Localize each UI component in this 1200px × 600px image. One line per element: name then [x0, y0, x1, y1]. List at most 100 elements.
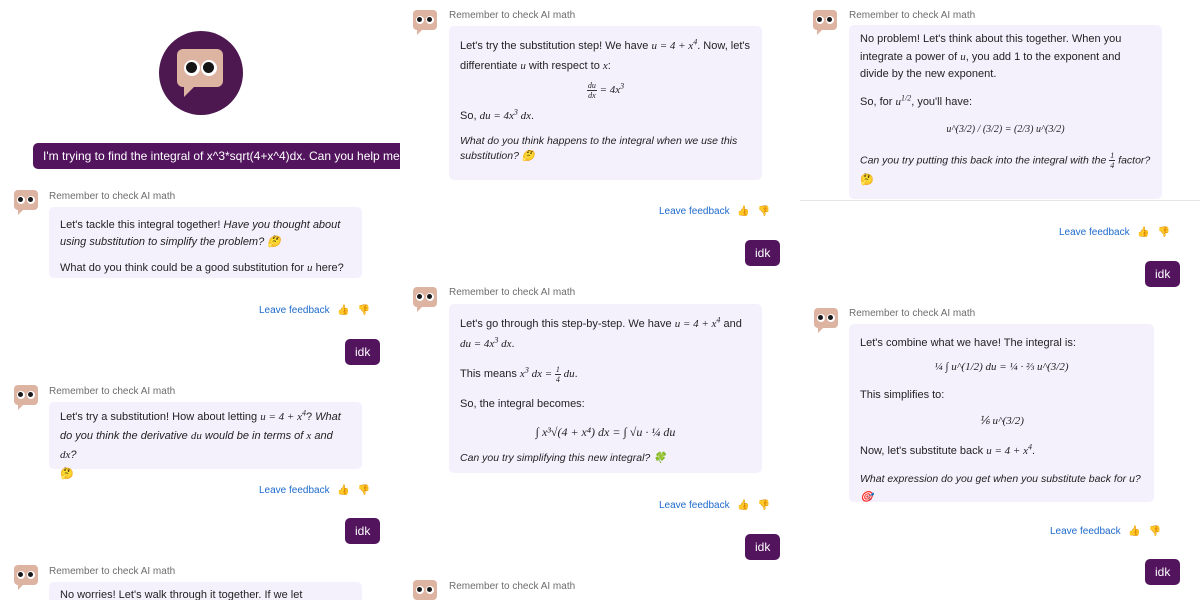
math-variable: dx: [60, 449, 71, 461]
power-rule-equation: u^(3/2) / (3/2) = (2/3) u^(3/2): [946, 124, 1065, 135]
leave-feedback-link[interactable]: Leave feedback: [259, 305, 330, 316]
user-message-idk: idk: [345, 339, 381, 365]
bot-avatar-icon: [413, 580, 437, 600]
message-question: Can you try simplifying this new integra…: [460, 452, 667, 464]
ai-math-disclaimer: Remember to check AI math: [449, 287, 576, 298]
feedback-row: Leave feedback 👍 👎: [659, 206, 770, 217]
simplified-equation: ⅙ u^(3/2): [979, 415, 1024, 427]
bot-avatar-icon: [14, 565, 38, 590]
thumbs-down-icon[interactable]: 👎: [1158, 227, 1170, 238]
math-exponent: 3: [620, 81, 625, 91]
math-expression: u = 4 + x: [260, 411, 302, 423]
assistant-message: Let's try the substitution step! We have…: [449, 26, 762, 180]
derivative-equation: du dx = 4x3: [460, 80, 751, 100]
leave-feedback-link[interactable]: Leave feedback: [659, 500, 730, 511]
ai-math-disclaimer: Remember to check AI math: [49, 191, 176, 202]
message-text: .: [574, 368, 578, 380]
panel-divider: [800, 200, 1200, 201]
assistant-message: Let's try a substitution! How about lett…: [49, 402, 362, 480]
bot-avatar-icon: [413, 287, 437, 312]
math-expression: = 4x: [596, 84, 621, 96]
message-text: Let's tackle this integral together!: [60, 219, 224, 231]
math-expression: u = 4 + x: [651, 40, 694, 52]
feedback-row: Leave feedback 👍 👎: [259, 305, 370, 316]
message-text-italic: would be in terms of: [201, 430, 307, 442]
feedback-row: Leave feedback 👍 👎: [1050, 526, 1161, 537]
leave-feedback-link[interactable]: Leave feedback: [659, 206, 730, 217]
user-message-idk: idk: [745, 240, 781, 266]
message-text: This simplifies to:: [860, 389, 945, 401]
thumbs-down-icon[interactable]: 👎: [758, 500, 770, 511]
message-text: here?: [312, 262, 344, 274]
leave-feedback-link[interactable]: Leave feedback: [1059, 227, 1130, 238]
thinking-emoji: 🤔: [60, 468, 74, 480]
message-text: .: [511, 338, 515, 350]
assistant-message: Let's tackle this integral together! Hav…: [49, 207, 362, 278]
bot-avatar-icon: [14, 385, 38, 410]
eye-icon: [201, 60, 217, 76]
thumbs-up-icon[interactable]: 👍: [1137, 227, 1149, 238]
math-exponent: 1/2: [900, 92, 912, 102]
math-expression: dx: [517, 110, 532, 122]
fraction: du dx: [586, 80, 597, 100]
thumbs-up-icon[interactable]: 👍: [737, 500, 749, 511]
message-text: This means: [460, 368, 520, 380]
thumbs-up-icon[interactable]: 👍: [337, 485, 349, 496]
combined-integral-equation: ¼ ∫ u^(1/2) du = ¼ · ⅔ u^(3/2): [934, 361, 1069, 373]
user-message-idk: idk: [745, 534, 781, 560]
user-message-idk: idk: [1145, 559, 1181, 585]
math-expression: du = 4x: [479, 110, 514, 122]
leave-feedback-link[interactable]: Leave feedback: [259, 485, 330, 496]
assistant-message: Let's go through this step-by-step. We h…: [449, 304, 762, 473]
leave-feedback-link[interactable]: Leave feedback: [1050, 526, 1121, 537]
fraction-numerator: du: [586, 80, 597, 91]
bot-avatar-icon: [813, 10, 837, 35]
math-expression: dx: [498, 338, 512, 350]
message-question: factor?: [1115, 153, 1151, 166]
math-expression: du = 4x: [460, 338, 495, 350]
ai-math-disclaimer: Remember to check AI math: [49, 566, 176, 577]
message-text-italic: ?: [70, 449, 77, 461]
message-text: .: [1031, 445, 1036, 457]
thumbs-down-icon[interactable]: 👎: [1149, 526, 1161, 537]
ai-math-disclaimer: Remember to check AI math: [49, 386, 176, 397]
conversation-panel-2: Remember to check AI math Let's try the …: [400, 0, 800, 600]
ai-math-disclaimer: Remember to check AI math: [849, 10, 976, 21]
thumbs-up-icon[interactable]: 👍: [337, 305, 349, 316]
thumbs-up-icon[interactable]: 👍: [1128, 526, 1140, 537]
message-text: , you'll have:: [911, 95, 973, 108]
math-expression: du: [560, 368, 575, 380]
bot-face-icon: [177, 49, 223, 97]
feedback-row: Leave feedback 👍 👎: [1059, 227, 1170, 238]
user-message-idk: idk: [345, 518, 381, 544]
message-text: with respect to: [525, 60, 603, 72]
message-text: Let's go through this step-by-step. We h…: [460, 318, 675, 330]
thumbs-down-icon[interactable]: 👎: [358, 305, 370, 316]
ai-math-disclaimer: Remember to check AI math: [449, 581, 576, 592]
message-text: Let's try a substitution! How about lett…: [60, 411, 261, 423]
message-question: What expression do you get when you subs…: [860, 473, 1141, 503]
message-text: and: [720, 318, 742, 330]
math-expression: u = 4 + x: [986, 445, 1028, 457]
conversation-panel-3: Remember to check AI math No problem! Le…: [800, 0, 1200, 600]
thumbs-up-icon[interactable]: 👍: [737, 206, 749, 217]
message-text: So, for: [860, 95, 896, 108]
message-text: So,: [460, 110, 480, 122]
message-question: Can you try putting this back into the i…: [860, 153, 1110, 166]
message-text-italic: and: [311, 430, 333, 442]
eye-icon: [184, 60, 200, 76]
message-text: ?: [305, 411, 316, 423]
math-variable: du: [190, 430, 202, 442]
user-message-question: I'm trying to find the integral of x^3*s…: [33, 143, 400, 169]
assistant-hero-avatar: [159, 31, 243, 115]
bot-avatar-icon: [413, 10, 437, 35]
conversation-panel-1: I'm trying to find the integral of x^3*s…: [0, 0, 400, 600]
message-text: Now, let's substitute back: [860, 445, 987, 457]
message-text: Let's try the substitution step! We have: [460, 40, 652, 52]
ai-math-disclaimer: Remember to check AI math: [849, 308, 976, 319]
ai-math-disclaimer: Remember to check AI math: [449, 10, 576, 21]
message-text: What do you think could be a good substi…: [60, 262, 308, 274]
thumbs-down-icon[interactable]: 👎: [358, 485, 370, 496]
feedback-row: Leave feedback 👍 👎: [259, 485, 370, 496]
thumbs-down-icon[interactable]: 👎: [758, 206, 770, 217]
